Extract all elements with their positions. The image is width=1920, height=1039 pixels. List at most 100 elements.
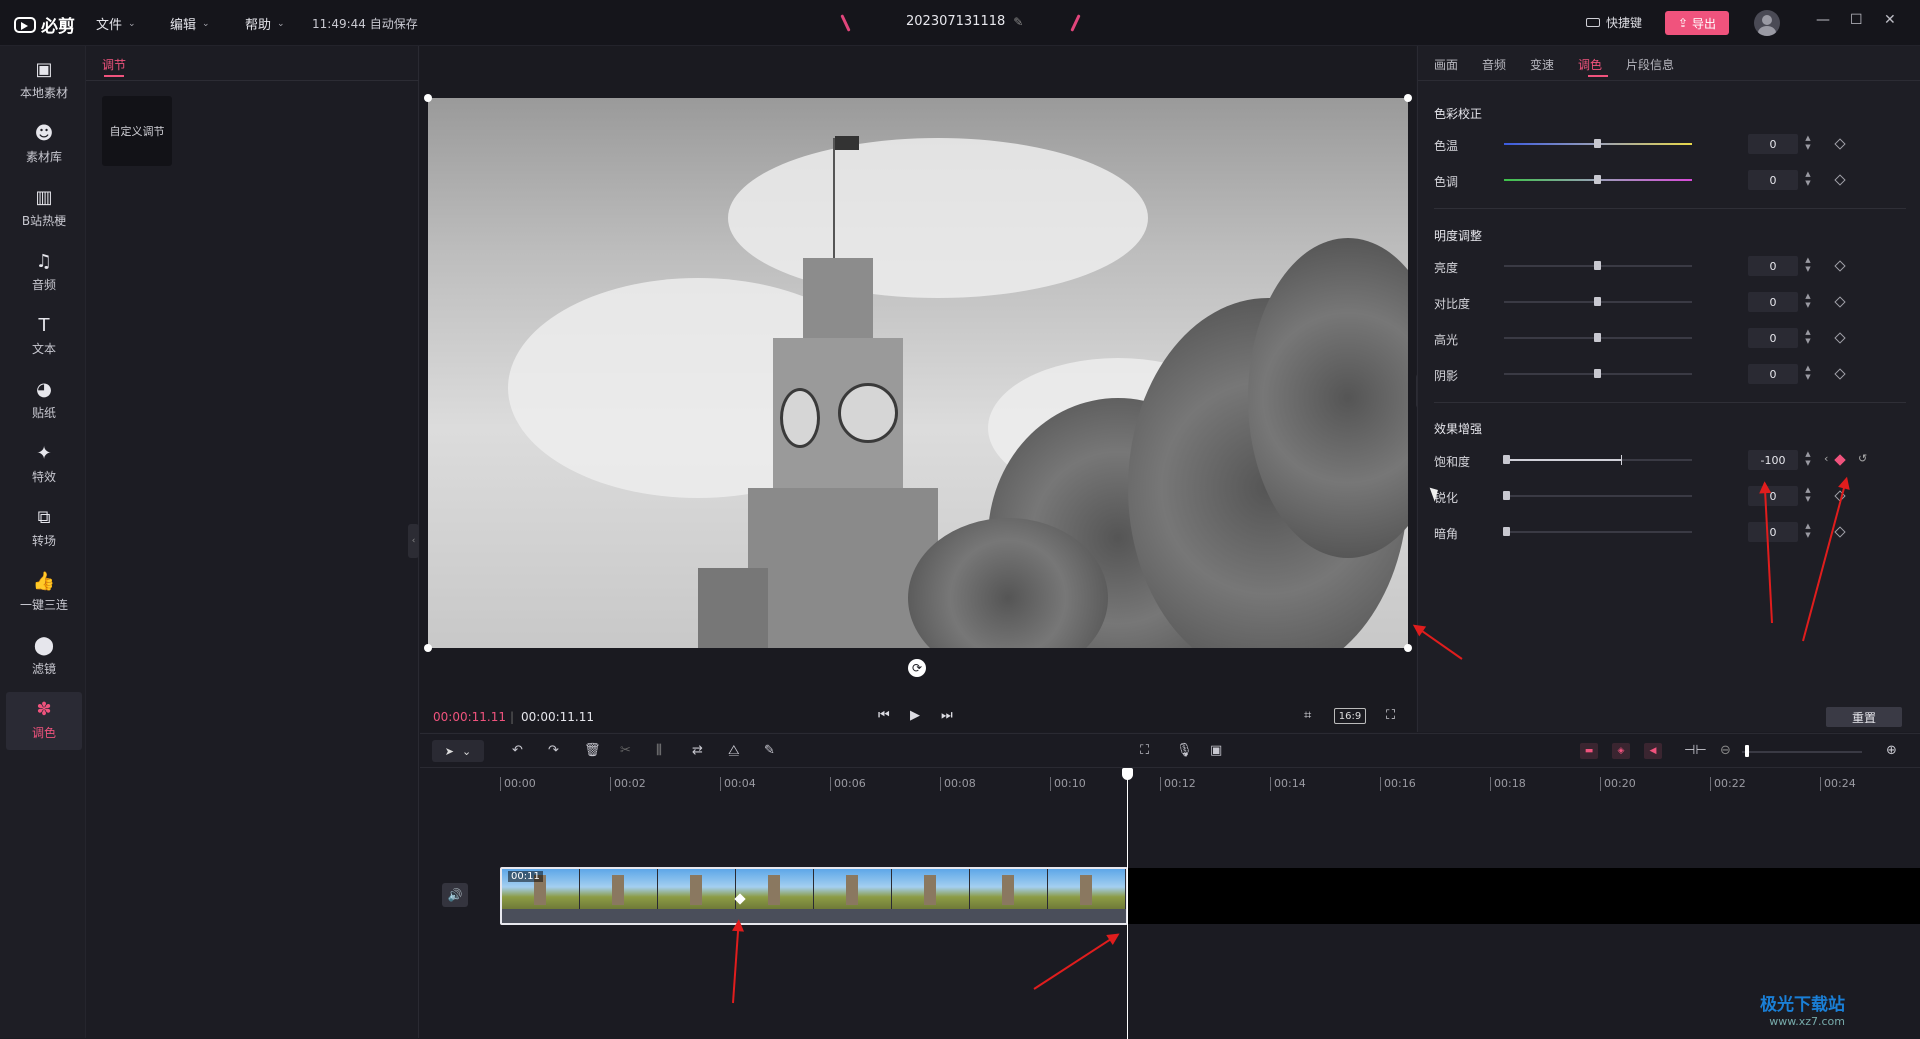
- keyframe-icon[interactable]: [1834, 296, 1846, 308]
- reset-param-icon[interactable]: ↺: [1858, 452, 1867, 465]
- resize-handle[interactable]: [1404, 94, 1412, 102]
- vignette-slider[interactable]: [1504, 531, 1692, 533]
- pin-icon[interactable]: ✎: [764, 743, 775, 758]
- value-input[interactable]: 0: [1748, 328, 1798, 348]
- close-button[interactable]: ✕: [1884, 12, 1896, 28]
- playhead-handle[interactable]: [1122, 768, 1133, 780]
- menu-help[interactable]: 帮助 ⌄: [245, 14, 285, 33]
- keyframe-icon[interactable]: [1834, 368, 1846, 380]
- maximize-button[interactable]: ☐: [1850, 12, 1863, 28]
- audio-mute-icon[interactable]: ◀: [1644, 743, 1662, 759]
- snap-icon[interactable]: ◈: [1612, 743, 1630, 759]
- split-view-icon[interactable]: ⊣⊢: [1684, 743, 1707, 758]
- export-button[interactable]: ⇪ 导出: [1665, 11, 1729, 35]
- value-input[interactable]: 0: [1748, 256, 1798, 276]
- fullscreen-icon[interactable]: ⛶: [1386, 708, 1395, 723]
- aspect-ratio-button[interactable]: 16:9: [1334, 708, 1366, 724]
- menu-file[interactable]: 文件 ⌄: [96, 14, 136, 33]
- zoom-knob[interactable]: [1745, 745, 1749, 757]
- menu-edit[interactable]: 编辑 ⌄: [170, 14, 210, 33]
- preview-video-frame[interactable]: [428, 98, 1408, 648]
- sidebar-item-library[interactable]: ☻ 素材库: [6, 116, 82, 174]
- camera-icon[interactable]: ▣: [1210, 743, 1222, 758]
- edit-icon[interactable]: ✎: [1013, 15, 1023, 29]
- slider-knob[interactable]: [1503, 455, 1510, 464]
- sidebar-item-effects[interactable]: ✦ 特效: [6, 436, 82, 494]
- value-input[interactable]: 0: [1748, 364, 1798, 384]
- sharpen-slider[interactable]: [1504, 495, 1692, 497]
- sidebar-item-text[interactable]: T 文本: [6, 308, 82, 366]
- project-title[interactable]: 202307131118 ✎: [906, 14, 1023, 29]
- stepper-icon[interactable]: ▲ ▼: [1802, 364, 1814, 384]
- crop-icon[interactable]: ⌗: [1304, 708, 1311, 723]
- rotate-icon[interactable]: ⟳: [908, 659, 926, 677]
- stepper-icon[interactable]: ▲ ▼: [1802, 450, 1814, 470]
- slider-knob[interactable]: [1594, 261, 1601, 270]
- play-icon[interactable]: ▶: [910, 708, 920, 723]
- undo-icon[interactable]: ↶: [512, 743, 523, 758]
- value-input[interactable]: 0: [1748, 170, 1798, 190]
- collapse-left-icon[interactable]: ‹: [408, 524, 419, 558]
- stepper-icon[interactable]: ▲ ▼: [1802, 292, 1814, 312]
- sidebar-item-transition[interactable]: ⧉ 转场: [6, 500, 82, 558]
- slider-knob[interactable]: [1594, 139, 1601, 148]
- screen-capture-icon[interactable]: ⛶: [1140, 743, 1149, 758]
- custom-adjust-card[interactable]: 自定义调节: [102, 96, 172, 166]
- mirror-icon[interactable]: ⧋: [728, 743, 740, 758]
- stepper-icon[interactable]: ▲ ▼: [1802, 170, 1814, 190]
- keyframe-icon[interactable]: [1834, 174, 1846, 186]
- stepper-icon[interactable]: ▲ ▼: [1802, 328, 1814, 348]
- resize-handle[interactable]: [424, 644, 432, 652]
- slider-knob[interactable]: [1594, 297, 1601, 306]
- track-volume-icon[interactable]: 🔊: [442, 883, 468, 907]
- sidebar-item-sticker[interactable]: ◕ 贴纸: [6, 372, 82, 430]
- tab-adjust[interactable]: 调节: [102, 56, 126, 73]
- shortcut-button[interactable]: 快捷键: [1586, 14, 1642, 31]
- link-track-icon[interactable]: ▬: [1580, 743, 1598, 759]
- zoom-slider[interactable]: [1742, 751, 1862, 753]
- tab-color[interactable]: 调色: [1578, 56, 1602, 73]
- stepper-icon[interactable]: ▲ ▼: [1802, 486, 1814, 506]
- zoom-out-icon[interactable]: ⊖: [1720, 743, 1731, 758]
- time-ruler[interactable]: 00:00 00:02 00:04 00:06 00:08 00:10 00:1…: [500, 768, 1920, 802]
- prev-keyframe-icon[interactable]: ‹: [1824, 452, 1828, 465]
- tab-clip-info[interactable]: 片段信息: [1626, 56, 1674, 73]
- slider-knob[interactable]: [1503, 527, 1510, 536]
- keyframe-icon[interactable]: [1834, 138, 1846, 150]
- resize-handle[interactable]: [1404, 644, 1412, 652]
- slider-knob[interactable]: [1594, 369, 1601, 378]
- select-tool-button[interactable]: ➤ ⌄: [432, 740, 484, 762]
- skip-back-icon[interactable]: ⏮: [878, 708, 890, 723]
- slider-knob[interactable]: [1594, 333, 1601, 342]
- minimize-button[interactable]: —: [1816, 12, 1830, 28]
- sidebar-item-filter[interactable]: ⬤ 滤镜: [6, 628, 82, 686]
- tab-audio[interactable]: 音频: [1482, 56, 1506, 73]
- scissors-icon[interactable]: ✂: [620, 743, 631, 758]
- stepper-icon[interactable]: ▲ ▼: [1802, 522, 1814, 542]
- reset-button[interactable]: 重置: [1826, 707, 1902, 727]
- slider-knob[interactable]: [1503, 491, 1510, 500]
- microphone-icon[interactable]: 🎙: [1176, 743, 1193, 758]
- resize-handle[interactable]: [424, 94, 432, 102]
- video-clip[interactable]: 00:11: [500, 867, 1128, 925]
- split-icon[interactable]: ⫼: [656, 743, 662, 758]
- keyframe-icon[interactable]: [1834, 526, 1846, 538]
- value-input[interactable]: 0: [1748, 134, 1798, 154]
- sidebar-item-local[interactable]: ▣ 本地素材: [6, 52, 82, 110]
- stepper-icon[interactable]: ▲ ▼: [1802, 134, 1814, 154]
- delete-icon[interactable]: 🗑: [584, 743, 601, 758]
- redo-icon[interactable]: ↷: [548, 743, 559, 758]
- sidebar-item-bilibili[interactable]: ▥ B站热梗: [6, 180, 82, 238]
- sidebar-item-color[interactable]: ✽ 调色: [6, 692, 82, 750]
- keyframe-icon[interactable]: [1834, 332, 1846, 344]
- avatar[interactable]: [1754, 10, 1780, 36]
- skip-forward-icon[interactable]: ⏭: [941, 708, 953, 723]
- value-input[interactable]: -100: [1748, 450, 1798, 470]
- tab-speed[interactable]: 变速: [1530, 56, 1554, 73]
- replace-icon[interactable]: ⇄: [692, 743, 703, 758]
- stepper-icon[interactable]: ▲ ▼: [1802, 256, 1814, 276]
- value-input[interactable]: 0: [1748, 522, 1798, 542]
- zoom-in-icon[interactable]: ⊕: [1886, 743, 1897, 758]
- tab-picture[interactable]: 画面: [1434, 56, 1458, 73]
- value-input[interactable]: 0: [1748, 292, 1798, 312]
